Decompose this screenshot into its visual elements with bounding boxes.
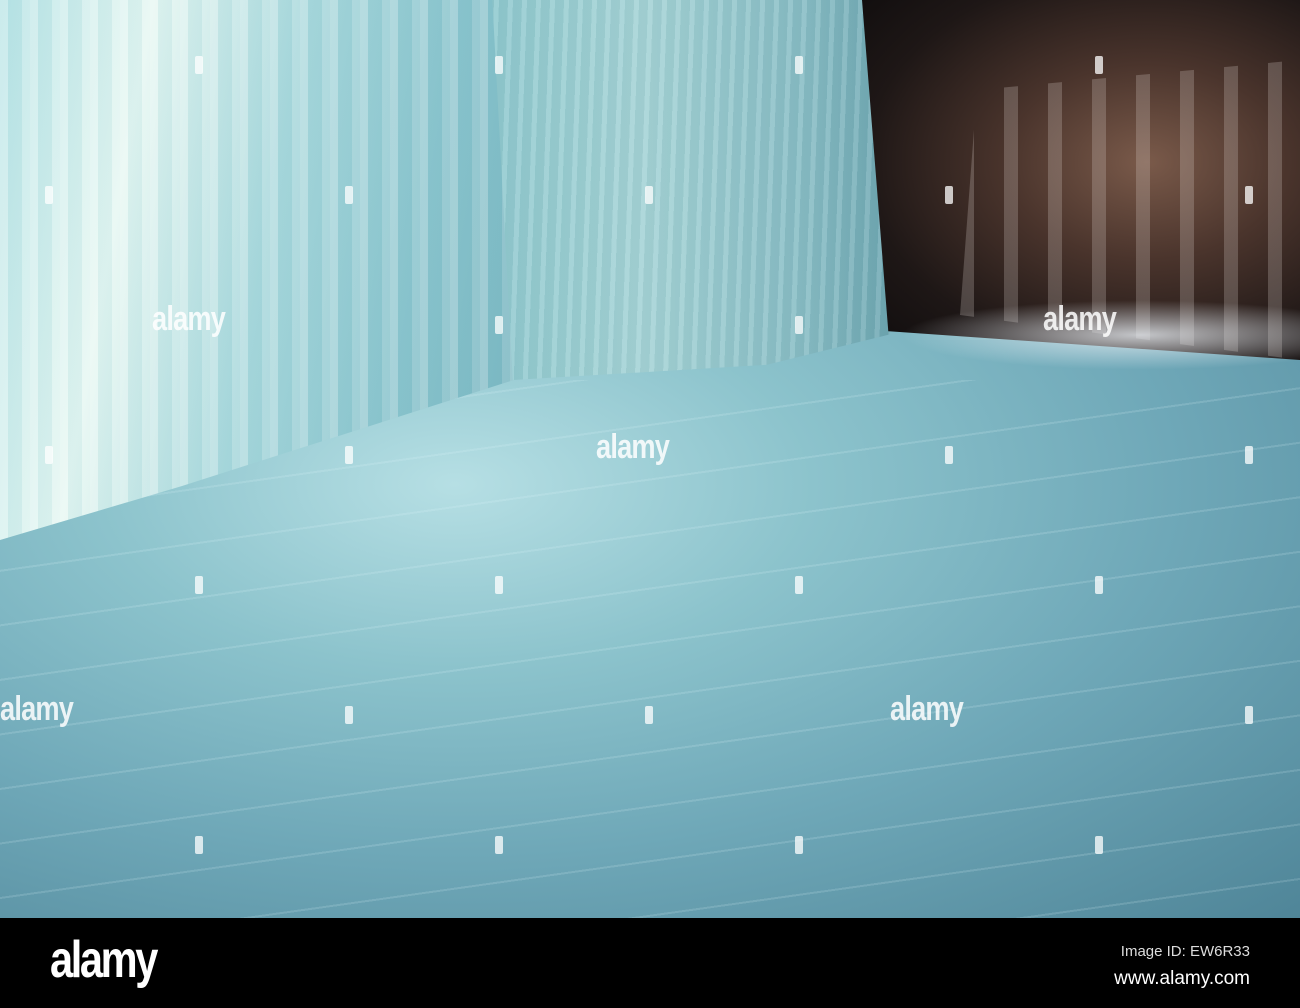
footer-bar: alamy Image ID: EW6R33 www.alamy.com — [0, 918, 1300, 1008]
watermark-mark — [345, 446, 353, 464]
ice-cave-photo: alamy alamy alamy alamy alamy — [0, 0, 1300, 918]
watermark-mark — [795, 576, 803, 594]
watermark-mark — [1095, 56, 1103, 74]
watermark-mark — [195, 576, 203, 594]
watermark-mark — [795, 56, 803, 74]
watermark-mark — [345, 186, 353, 204]
watermark-mark — [495, 56, 503, 74]
watermark: alamy — [596, 428, 670, 466]
watermark-mark — [1095, 836, 1103, 854]
image-id: Image ID: EW6R33 — [1120, 943, 1250, 960]
watermark-mark — [495, 836, 503, 854]
watermark-mark — [945, 186, 953, 204]
alamy-logo: alamy — [50, 931, 158, 989]
watermark-mark — [495, 316, 503, 334]
watermark-mark — [345, 706, 353, 724]
watermark-mark — [1245, 446, 1253, 464]
watermark-mark — [195, 836, 203, 854]
watermark: alamy — [152, 300, 226, 338]
watermark: alamy — [1043, 300, 1117, 338]
ice-pillar — [492, 0, 890, 380]
watermark-mark — [645, 186, 653, 204]
watermark: alamy — [0, 690, 74, 728]
watermark-mark — [45, 186, 53, 204]
watermark-mark — [1245, 186, 1253, 204]
watermark-mark — [1095, 576, 1103, 594]
watermark-mark — [795, 316, 803, 334]
watermark-mark — [645, 706, 653, 724]
watermark-mark — [45, 446, 53, 464]
watermark-mark — [1245, 706, 1253, 724]
watermark-mark — [495, 576, 503, 594]
stock-photo-page: alamy alamy alamy alamy alamy alamy Imag… — [0, 0, 1300, 1008]
watermark-mark — [195, 56, 203, 74]
watermark-mark — [795, 836, 803, 854]
site-url: www.alamy.com — [1114, 968, 1250, 989]
watermark-mark — [945, 446, 953, 464]
watermark: alamy — [890, 690, 964, 728]
